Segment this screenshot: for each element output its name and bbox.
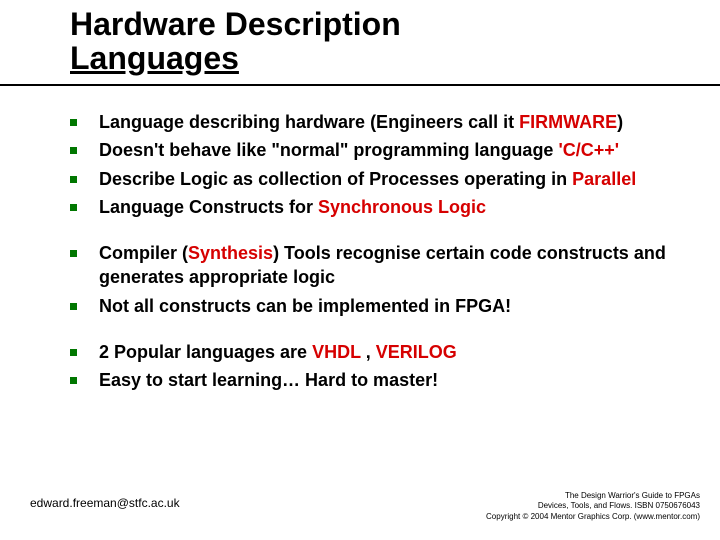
footer-line: Devices, Tools, and Flows. ISBN 07506760… (486, 501, 700, 511)
list-item: 2 Popular languages are VHDL , VERILOG (70, 340, 680, 364)
bullet-group: Language describing hardware (Engineers … (70, 110, 680, 219)
list-item: Describe Logic as collection of Processe… (70, 167, 680, 191)
list-item-text: 2 Popular languages are VHDL , VERILOG (99, 340, 457, 364)
slide-title: Hardware Description Languages (70, 8, 401, 75)
list-item: Doesn't behave like "normal" programming… (70, 138, 680, 162)
title-rule (0, 84, 720, 86)
list-item: Easy to start learning… Hard to master! (70, 368, 680, 392)
list-item-text: Not all constructs can be implemented in… (99, 294, 511, 318)
list-item-text: Compiler (Synthesis) Tools recognise cer… (99, 241, 680, 290)
list-item: Compiler (Synthesis) Tools recognise cer… (70, 241, 680, 290)
bullet-icon (70, 204, 77, 211)
list-item-text: Doesn't behave like "normal" programming… (99, 138, 619, 162)
bullet-icon (70, 303, 77, 310)
list-item: Language describing hardware (Engineers … (70, 110, 680, 134)
list-item-text: Easy to start learning… Hard to master! (99, 368, 438, 392)
slide-content: Language describing hardware (Engineers … (70, 110, 680, 415)
footer-line: The Design Warrior's Guide to FPGAs (486, 491, 700, 501)
title-line1: Hardware Description (70, 8, 401, 42)
list-item-text: Describe Logic as collection of Processe… (99, 167, 636, 191)
list-item-text: Language describing hardware (Engineers … (99, 110, 623, 134)
bullet-icon (70, 176, 77, 183)
footer-email: edward.freeman@stfc.ac.uk (30, 496, 180, 510)
list-item-text: Language Constructs for Synchronous Logi… (99, 195, 486, 219)
slide: Hardware Description Languages Language … (0, 0, 720, 540)
footer-citation: The Design Warrior's Guide to FPGAs Devi… (486, 491, 700, 522)
bullet-group: Compiler (Synthesis) Tools recognise cer… (70, 241, 680, 318)
bullet-group: 2 Popular languages are VHDL , VERILOG Ea… (70, 340, 680, 393)
list-item: Language Constructs for Synchronous Logi… (70, 195, 680, 219)
bullet-icon (70, 349, 77, 356)
bullet-icon (70, 250, 77, 257)
bullet-icon (70, 377, 77, 384)
bullet-icon (70, 119, 77, 126)
title-line2: Languages (70, 42, 401, 76)
footer-line: Copyright © 2004 Mentor Graphics Corp. (… (486, 512, 700, 522)
list-item: Not all constructs can be implemented in… (70, 294, 680, 318)
bullet-icon (70, 147, 77, 154)
